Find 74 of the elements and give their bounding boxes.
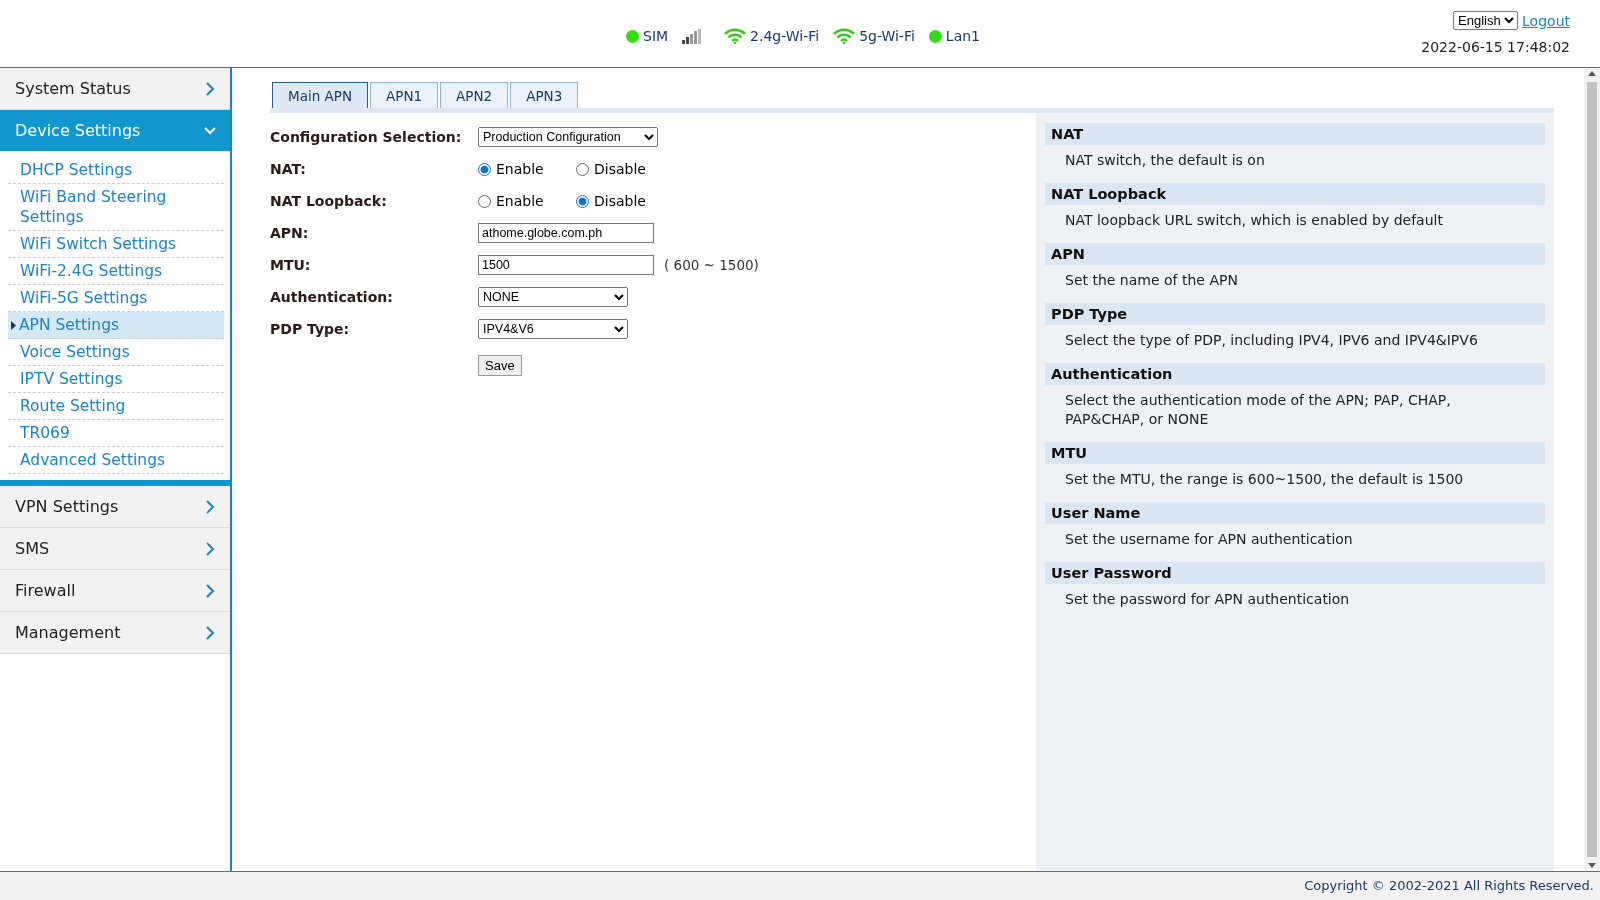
help-text: Set the username for APN authentication [1064,530,1354,549]
submenu-item[interactable]: WiFi-2.4G Settings [8,258,224,285]
scrollbar[interactable] [1584,68,1600,871]
chevron-right-icon [204,81,216,96]
scroll-down-icon[interactable] [1588,863,1596,868]
chevron-right-icon [204,583,216,598]
radio-button[interactable] [478,162,491,176]
status-label: Lan1 [945,28,980,44]
menu-section[interactable]: Firewall [0,570,230,612]
tab[interactable]: APN3 [510,82,579,108]
wifi-icon [833,28,856,44]
range-hint: ( 600 ~ 1500) [664,257,759,273]
submenu-item[interactable]: Voice Settings [8,339,224,366]
menu-section[interactable]: Management [0,612,230,654]
field-label: Configuration Selection: [270,129,463,145]
radio-button[interactable] [576,194,589,208]
dropdown[interactable]: IPV4&V6 [478,319,628,339]
status-label: 5g-Wi-Fi [859,28,915,44]
submenu-item[interactable]: Advanced Settings [8,447,224,474]
signal-icon [682,28,703,44]
help-title: User Password [1045,562,1545,584]
help-text: NAT loopback URL switch, which is enabled by default [1064,211,1444,230]
help-title: APN [1045,243,1545,265]
submenu-item[interactable]: Route Setting [8,393,224,420]
dropdown[interactable]: Production Configuration [478,127,658,147]
menu-section[interactable]: SMS [0,528,230,570]
status-label: 2.4g-Wi-Fi [750,28,820,44]
help-title: MTU [1045,442,1545,464]
help-title: User Name [1045,502,1545,524]
menu-section[interactable]: VPN Settings [0,486,230,528]
radio-option[interactable]: Enable [478,193,548,209]
submenu-item[interactable]: IPTV Settings [8,366,224,393]
pointer-icon [11,320,16,330]
tab[interactable]: APN2 [440,82,509,108]
copyright-text: Copyright © 2002-2021 All Rights Reserved. [0,871,1600,900]
radio-option[interactable]: Disable [576,193,646,209]
menu-section[interactable]: System Status [0,68,230,110]
chevron-right-icon [204,541,216,556]
submenu-item[interactable]: DHCP Settings [8,157,224,184]
help-title: NAT Loopback [1045,183,1545,205]
field-label: PDP Type: [270,321,351,337]
field-label: NAT: [270,161,307,177]
scroll-up-icon[interactable] [1588,71,1596,76]
help-title: NAT [1045,123,1545,145]
chevron-right-icon [204,499,216,514]
submenu-item[interactable]: TR069 [8,420,224,447]
tab[interactable]: APN1 [370,82,439,108]
field-label: Authentication: [270,289,394,305]
chevron-right-icon [204,625,216,640]
submenu-item[interactable]: WiFi Switch Settings [8,231,224,258]
help-text: Set the name of the APN [1064,271,1239,290]
help-text: NAT switch, the default is on [1064,151,1266,170]
wifi-icon [724,28,747,44]
logout-link[interactable]: Logout [1522,12,1570,29]
help-title: PDP Type [1045,303,1545,325]
status-label: SIM [643,28,669,44]
input-field[interactable]: athome.globe.com.ph [478,223,654,243]
save-button[interactable]: Save [478,354,522,376]
help-text: Select the authentication mode of the APN; PAP, CHAP, PAP&CHAP, or NONE [1064,391,1452,429]
input-field[interactable]: 1500 [478,255,654,275]
help-title: Authentication [1045,363,1545,385]
help-text: Set the MTU, the range is 600~1500, the default is 1500 [1064,470,1465,489]
radio-option[interactable]: Enable [478,161,548,177]
help-text: Select the type of PDP, including IPV4, IPV6 and IPV4&IPV6 [1064,331,1479,350]
dropdown[interactable]: NONE [478,287,628,307]
field-label: MTU: [270,257,312,273]
datetime-text: 2022-06-15 17:48:02 [1421,39,1570,55]
help-text: Set the password for APN authentication [1064,590,1351,609]
tab[interactable]: Main APN [272,82,368,108]
field-label: APN: [270,225,310,241]
field-label: NAT Loopback: [270,193,388,209]
submenu-item[interactable]: WiFi Band Steering Settings [8,184,224,231]
radio-option[interactable]: Disable [576,161,646,177]
language-select[interactable]: English [1453,11,1519,30]
